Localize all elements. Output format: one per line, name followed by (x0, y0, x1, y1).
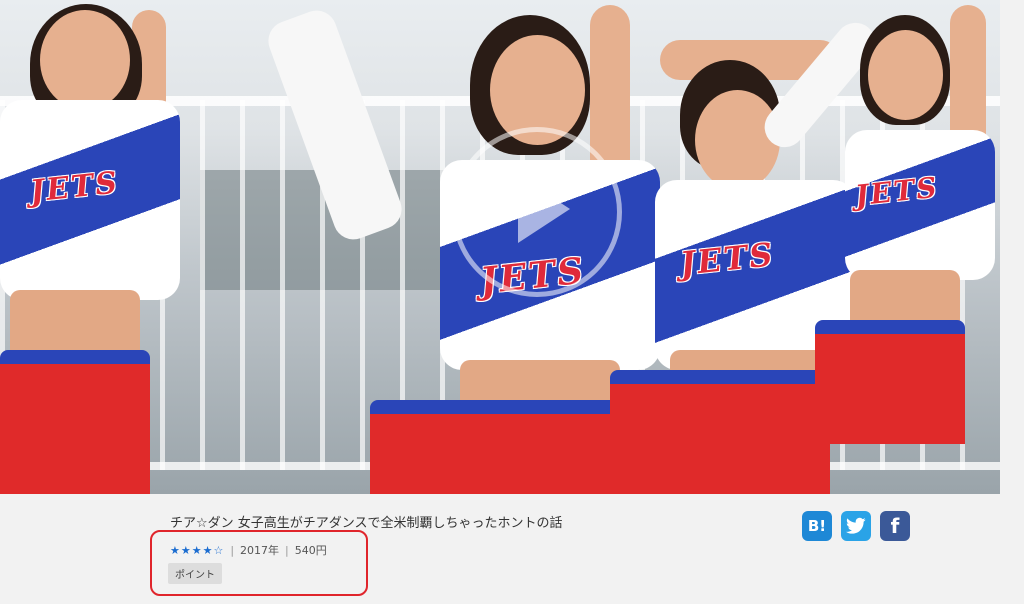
item-meta: ★★★★☆ | 2017年 | 540円 (170, 542, 327, 558)
hatena-bookmark-button[interactable]: B! (802, 511, 832, 541)
play-icon (518, 175, 570, 243)
twitter-share-button[interactable] (841, 511, 871, 541)
play-button[interactable]: 再生 1:00 (452, 127, 622, 344)
facebook-icon: f (890, 514, 900, 538)
item-title[interactable]: チア☆ダン 女子高生がチアダンスで全米制覇しちゃったホントの話 (170, 512, 563, 531)
facebook-share-button[interactable]: f (880, 511, 910, 541)
cheerleader: JETS (0, 0, 200, 494)
separator: | (285, 543, 289, 557)
hatena-icon: B! (807, 517, 827, 535)
point-badge: ポイント (168, 563, 222, 584)
scrollbar-track[interactable] (1000, 0, 1024, 494)
twitter-icon (846, 517, 866, 534)
cheerleader: JETS (756, 0, 1000, 494)
release-year: 2017年 (240, 544, 280, 557)
play-label: 再生 (526, 315, 548, 328)
rating-stars: ★★★★☆ (170, 543, 225, 557)
play-duration: 1:00 (524, 331, 550, 344)
video-thumbnail[interactable]: JETS JETS JETS JETS 再生 1:00 (0, 0, 1000, 494)
price: 540円 (294, 544, 327, 557)
separator: | (230, 543, 235, 557)
